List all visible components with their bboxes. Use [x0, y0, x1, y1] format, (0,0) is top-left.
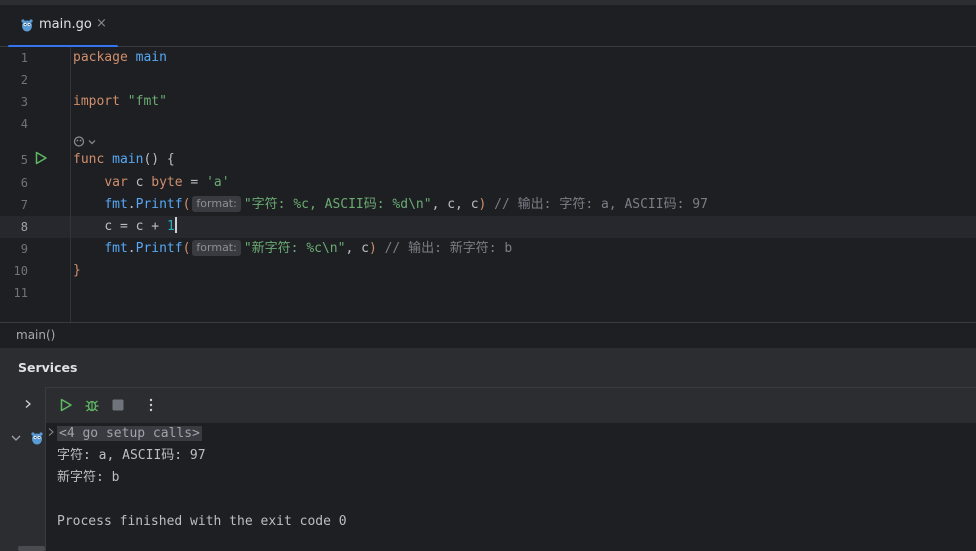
services-tree-panel: [0, 387, 46, 551]
code-line-9: fmt.Printf(format: "新字符: %c\n", c) // 输出:…: [73, 238, 512, 260]
services-header: Services: [0, 347, 976, 387]
gopher-lens-icon: [73, 136, 85, 147]
horizontal-scrollbar[interactable]: [18, 546, 45, 551]
text-caret: [174, 217, 177, 233]
tab-label: main.go: [39, 17, 92, 32]
string-literal: "字符: %c, ASCII码: %d\n": [243, 197, 432, 212]
console-output[interactable]: <4 go setup calls> 字符: a, ASCII码: 97 新字符…: [47, 423, 976, 551]
services-toolbar: [0, 387, 976, 423]
function-call: Printf: [135, 241, 183, 256]
keyword: package: [73, 50, 128, 65]
code-line-1: package main: [73, 47, 167, 69]
console-line: <4 go setup calls>: [57, 423, 202, 445]
keyword: import: [73, 94, 120, 109]
operator: =: [182, 175, 207, 190]
punctuation: (: [182, 241, 191, 256]
statement: c = c +: [104, 219, 167, 234]
code-line-3: import "fmt": [73, 91, 167, 113]
punctuation: ): [368, 241, 377, 256]
close-icon[interactable]: ×: [96, 16, 107, 31]
arguments: , c: [345, 241, 369, 256]
go-run-config-icon[interactable]: [30, 431, 44, 445]
services-title: Services: [18, 360, 78, 375]
go-file-icon: [21, 19, 33, 32]
punctuation: () {: [143, 152, 175, 167]
comment: // 输出: 字符: a, ASCII码: 97: [486, 197, 708, 212]
type-keyword: byte: [151, 175, 183, 190]
keyword: var: [104, 175, 128, 190]
code-line-10: }: [73, 260, 81, 282]
keyword: func: [73, 152, 105, 167]
run-icon[interactable]: [59, 398, 73, 412]
editor-tab-bar: main.go ×: [0, 5, 976, 48]
console-line: 新字符: b: [57, 470, 120, 485]
line-gutter: 1 2 3 4 5 6 7 8 9 10 11: [0, 47, 70, 322]
line-number: 8: [20, 220, 28, 234]
punctuation: .: [127, 241, 136, 256]
debug-icon[interactable]: [84, 397, 100, 413]
chevron-right-icon[interactable]: [23, 399, 33, 409]
package-ref: fmt: [104, 241, 128, 256]
tab-main-go[interactable]: main.go ×: [8, 5, 118, 48]
stop-icon[interactable]: [112, 399, 124, 411]
line-number: 9: [20, 242, 28, 256]
line-number: 11: [13, 286, 28, 300]
code-editor[interactable]: 1 2 3 4 5 6 7 8 9 10 11 package main imp…: [0, 47, 976, 322]
breadcrumb-bar: main(): [0, 322, 976, 347]
char-literal: 'a': [206, 175, 230, 190]
line-number: 1: [20, 51, 28, 65]
run-gutter-icon[interactable]: [34, 151, 48, 165]
arguments: , c, c: [431, 197, 479, 212]
code-area[interactable]: package main import "fmt" func main() { …: [73, 47, 708, 278]
code-line-6: var c byte = 'a': [73, 172, 230, 194]
console-exit-line: Process finished with the exit code 0: [57, 514, 347, 529]
punctuation: (: [182, 197, 191, 212]
line-number: 6: [20, 176, 28, 190]
line-number: 5: [20, 153, 28, 167]
more-options-icon[interactable]: [147, 398, 155, 412]
brace: }: [73, 263, 81, 278]
parameter-hint: format:: [192, 240, 241, 256]
package-ref: fmt: [104, 197, 128, 212]
line-number: 7: [20, 198, 28, 212]
line-number: 3: [20, 95, 28, 109]
line-number: 2: [20, 73, 28, 87]
punctuation: .: [127, 197, 136, 212]
function-name: main: [112, 152, 144, 167]
breadcrumb[interactable]: main(): [16, 328, 55, 342]
code-line-5: func main() {: [73, 149, 175, 171]
function-call: Printf: [135, 197, 183, 212]
parameter-hint: format:: [192, 196, 241, 212]
comment: // 输出: 新字符: b: [376, 241, 513, 256]
identifier: c: [127, 175, 152, 190]
number-literal: 1: [166, 219, 175, 234]
console-line: 字符: a, ASCII码: 97: [57, 448, 206, 463]
chevron-right-icon[interactable]: [47, 427, 55, 437]
string-literal: "fmt": [127, 94, 167, 109]
line-number: 10: [13, 264, 28, 278]
chevron-down-icon: [88, 140, 96, 145]
line-number: 4: [20, 117, 28, 131]
code-line-8: c = c + 1: [73, 216, 177, 238]
package-name: main: [135, 50, 167, 65]
string-literal: "新字符: %c\n": [243, 241, 346, 256]
folded-setup-calls[interactable]: <4 go setup calls>: [57, 426, 202, 441]
code-vision-lens[interactable]: [73, 132, 103, 150]
chevron-down-icon[interactable]: [10, 432, 22, 444]
gutter-separator: [70, 47, 71, 322]
code-line-7: fmt.Printf(format: "字符: %c, ASCII码: %d\n"…: [73, 194, 708, 216]
